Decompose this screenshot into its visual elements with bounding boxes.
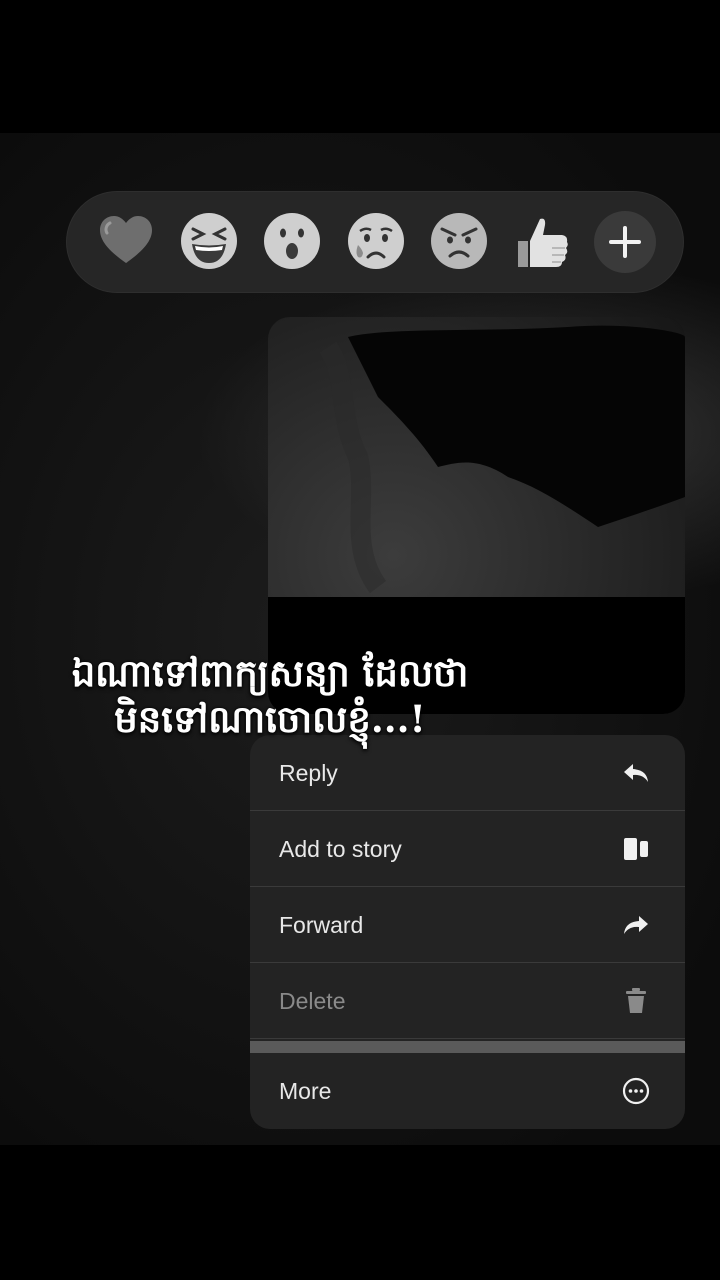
delete-label: Delete — [279, 988, 346, 1014]
more-reactions-button[interactable] — [594, 211, 656, 273]
chat-screen: Reply Add to story Forward Delete More — [0, 133, 720, 1145]
heart-reaction-icon[interactable] — [96, 211, 156, 271]
add-to-story-menu-item[interactable]: Add to story — [250, 811, 685, 887]
reply-icon — [621, 758, 651, 788]
caption-line-2: មិនទៅណាចោលខ្ញុំ...! — [114, 697, 426, 741]
message-context-menu: Reply Add to story Forward Delete More — [250, 735, 685, 1129]
delete-menu-item[interactable]: Delete — [250, 963, 685, 1039]
thumbs-up-reaction-icon[interactable] — [512, 211, 572, 271]
more-menu-item[interactable]: More — [250, 1053, 685, 1129]
reply-label: Reply — [279, 760, 338, 786]
more-icon — [621, 1076, 651, 1106]
more-label: More — [279, 1078, 332, 1104]
forward-icon — [621, 910, 651, 940]
plus-icon — [609, 226, 641, 258]
reaction-bar — [66, 191, 684, 293]
trash-icon — [621, 986, 651, 1016]
menu-separator — [250, 1041, 685, 1053]
overlay-caption: ឯណាទៅពាក្យសន្យា ដែលថា មិនទៅណាចោលខ្ញុំ...… — [0, 650, 540, 742]
forward-label: Forward — [279, 912, 364, 938]
surprised-reaction-icon[interactable] — [262, 211, 322, 271]
story-icon — [621, 834, 651, 864]
add-to-story-label: Add to story — [279, 836, 402, 862]
reply-menu-item[interactable]: Reply — [250, 735, 685, 811]
forward-menu-item[interactable]: Forward — [250, 887, 685, 963]
crying-reaction-icon[interactable] — [346, 211, 406, 271]
laughing-reaction-icon[interactable] — [179, 211, 239, 271]
angry-reaction-icon[interactable] — [429, 211, 489, 271]
caption-line-1: ឯណាទៅពាក្យសន្យា ដែលថា — [71, 651, 469, 695]
